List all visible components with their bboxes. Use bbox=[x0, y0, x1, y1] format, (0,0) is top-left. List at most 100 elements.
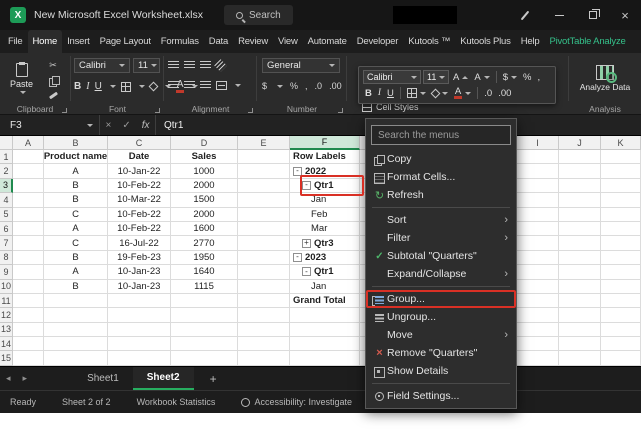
cell-j11[interactable] bbox=[559, 294, 601, 308]
cell-k12[interactable] bbox=[601, 308, 641, 322]
mini-increase-decimal-button[interactable]: .0 bbox=[482, 88, 494, 99]
row-header-11[interactable]: 11 bbox=[0, 294, 13, 308]
ribbon-tab-kutools[interactable]: Kutools ™ bbox=[403, 30, 455, 53]
align-top-icon[interactable] bbox=[168, 61, 179, 70]
comma-style-button[interactable]: , bbox=[305, 81, 308, 91]
pen-button[interactable] bbox=[511, 0, 539, 30]
menu-item-field-settings[interactable]: Field Settings... bbox=[366, 387, 516, 405]
cell-i8[interactable] bbox=[517, 251, 559, 265]
cell-c8[interactable]: 19-Feb-23 bbox=[108, 251, 171, 265]
cell-f9[interactable]: -Qtr1 bbox=[290, 265, 360, 279]
name-box[interactable]: F3 bbox=[0, 115, 100, 135]
cell-e4[interactable] bbox=[238, 193, 290, 207]
cell-b9[interactable]: A bbox=[44, 265, 108, 279]
column-header-k[interactable]: K bbox=[601, 136, 641, 150]
merge-center-icon[interactable] bbox=[216, 81, 227, 90]
row-header-2[interactable]: 2 bbox=[0, 164, 13, 178]
ribbon-tab-formulas[interactable]: Formulas bbox=[156, 30, 204, 53]
increase-font-size-button[interactable]: A bbox=[451, 72, 470, 83]
cell-c2[interactable]: 10-Jan-22 bbox=[108, 164, 171, 178]
cell-c13[interactable] bbox=[108, 323, 171, 337]
cell-c12[interactable] bbox=[108, 308, 171, 322]
cell-a2[interactable] bbox=[13, 164, 44, 178]
mini-bold-button[interactable]: B bbox=[363, 88, 374, 99]
cell-b12[interactable] bbox=[44, 308, 108, 322]
cell-d4[interactable]: 1500 bbox=[171, 193, 238, 207]
ribbon-tab-help[interactable]: Help bbox=[516, 30, 545, 53]
cell-b4[interactable]: B bbox=[44, 193, 108, 207]
cell-c6[interactable]: 10-Feb-22 bbox=[108, 222, 171, 236]
cell-j2[interactable] bbox=[559, 164, 601, 178]
cell-e2[interactable] bbox=[238, 164, 290, 178]
cell-d10[interactable]: 1115 bbox=[171, 280, 238, 294]
cell-d8[interactable]: 1950 bbox=[171, 251, 238, 265]
sheet-nav-right-icon[interactable]: ▸ bbox=[17, 373, 34, 384]
cell-e1[interactable] bbox=[238, 150, 290, 164]
menu-item-group[interactable]: Group... bbox=[366, 290, 516, 308]
add-sheet-button[interactable]: + bbox=[210, 372, 217, 386]
cut-button[interactable]: ✂ bbox=[44, 59, 62, 72]
cell-j1[interactable] bbox=[559, 150, 601, 164]
dialog-launcher-icon[interactable] bbox=[338, 108, 343, 113]
cell-k5[interactable] bbox=[601, 208, 641, 222]
cell-e10[interactable] bbox=[238, 280, 290, 294]
cell-a14[interactable] bbox=[13, 337, 44, 351]
cell-e5[interactable] bbox=[238, 208, 290, 222]
increase-decimal-button[interactable]: .0 bbox=[315, 81, 323, 91]
mini-italic-button[interactable]: I bbox=[376, 88, 383, 98]
cell-c4[interactable]: 10-Mar-22 bbox=[108, 193, 171, 207]
cell-j10[interactable] bbox=[559, 280, 601, 294]
sheet-tab-sheet2[interactable]: Sheet2 bbox=[133, 367, 194, 390]
cell-k11[interactable] bbox=[601, 294, 641, 308]
cell-k1[interactable] bbox=[601, 150, 641, 164]
cell-i5[interactable] bbox=[517, 208, 559, 222]
cell-i12[interactable] bbox=[517, 308, 559, 322]
cell-d9[interactable]: 1640 bbox=[171, 265, 238, 279]
decrease-decimal-button[interactable]: .00 bbox=[329, 81, 342, 91]
borders-button[interactable] bbox=[121, 82, 131, 92]
mini-percent-button[interactable]: % bbox=[521, 72, 533, 83]
mini-font-name-select[interactable]: Calibri bbox=[363, 70, 421, 84]
orientation-icon[interactable] bbox=[214, 59, 227, 72]
fill-color-button[interactable] bbox=[148, 82, 158, 92]
collapse-box-icon[interactable]: - bbox=[293, 253, 302, 262]
font-size-select[interactable]: 11 bbox=[133, 58, 160, 73]
cell-j7[interactable] bbox=[559, 236, 601, 250]
row-header-8[interactable]: 8 bbox=[0, 251, 13, 265]
cell-e9[interactable] bbox=[238, 265, 290, 279]
decrease-font-size-button[interactable]: A bbox=[472, 72, 491, 83]
row-header-13[interactable]: 13 bbox=[0, 323, 13, 337]
cell-c9[interactable]: 10-Jan-23 bbox=[108, 265, 171, 279]
cell-i3[interactable] bbox=[517, 179, 559, 193]
formula-cancel-icon[interactable]: × bbox=[105, 120, 111, 131]
cell-k6[interactable] bbox=[601, 222, 641, 236]
menu-item-filter[interactable]: Filter› bbox=[366, 229, 516, 247]
cell-c1[interactable]: Date bbox=[108, 150, 171, 164]
align-left-icon[interactable] bbox=[168, 81, 179, 90]
cell-i2[interactable] bbox=[517, 164, 559, 178]
insert-function-icon[interactable]: fx bbox=[142, 120, 150, 131]
menu-search-input[interactable]: Search the menus bbox=[371, 125, 511, 145]
mini-font-color-button[interactable]: A bbox=[452, 87, 473, 100]
cell-e11[interactable] bbox=[238, 294, 290, 308]
format-painter-button[interactable] bbox=[44, 89, 62, 102]
cell-a12[interactable] bbox=[13, 308, 44, 322]
row-header-7[interactable]: 7 bbox=[0, 236, 13, 250]
cell-e14[interactable] bbox=[238, 337, 290, 351]
dialog-launcher-icon[interactable] bbox=[62, 108, 67, 113]
cell-d1[interactable]: Sales bbox=[171, 150, 238, 164]
column-header-e[interactable]: E bbox=[238, 136, 290, 150]
ribbon-tab-data[interactable]: Data bbox=[204, 30, 233, 53]
cell-a13[interactable] bbox=[13, 323, 44, 337]
cell-f4[interactable]: Jan bbox=[290, 193, 360, 207]
cell-b13[interactable] bbox=[44, 323, 108, 337]
cell-k9[interactable] bbox=[601, 265, 641, 279]
collapse-box-icon[interactable]: - bbox=[302, 267, 311, 276]
column-header-i[interactable]: I bbox=[517, 136, 559, 150]
analyze-data-button[interactable]: Analyze Data bbox=[576, 56, 634, 101]
expand-box-icon[interactable]: + bbox=[302, 239, 311, 248]
cell-a5[interactable] bbox=[13, 208, 44, 222]
cell-f1[interactable]: Row Labels bbox=[290, 150, 360, 164]
cell-c10[interactable]: 10-Jan-23 bbox=[108, 280, 171, 294]
cell-i10[interactable] bbox=[517, 280, 559, 294]
